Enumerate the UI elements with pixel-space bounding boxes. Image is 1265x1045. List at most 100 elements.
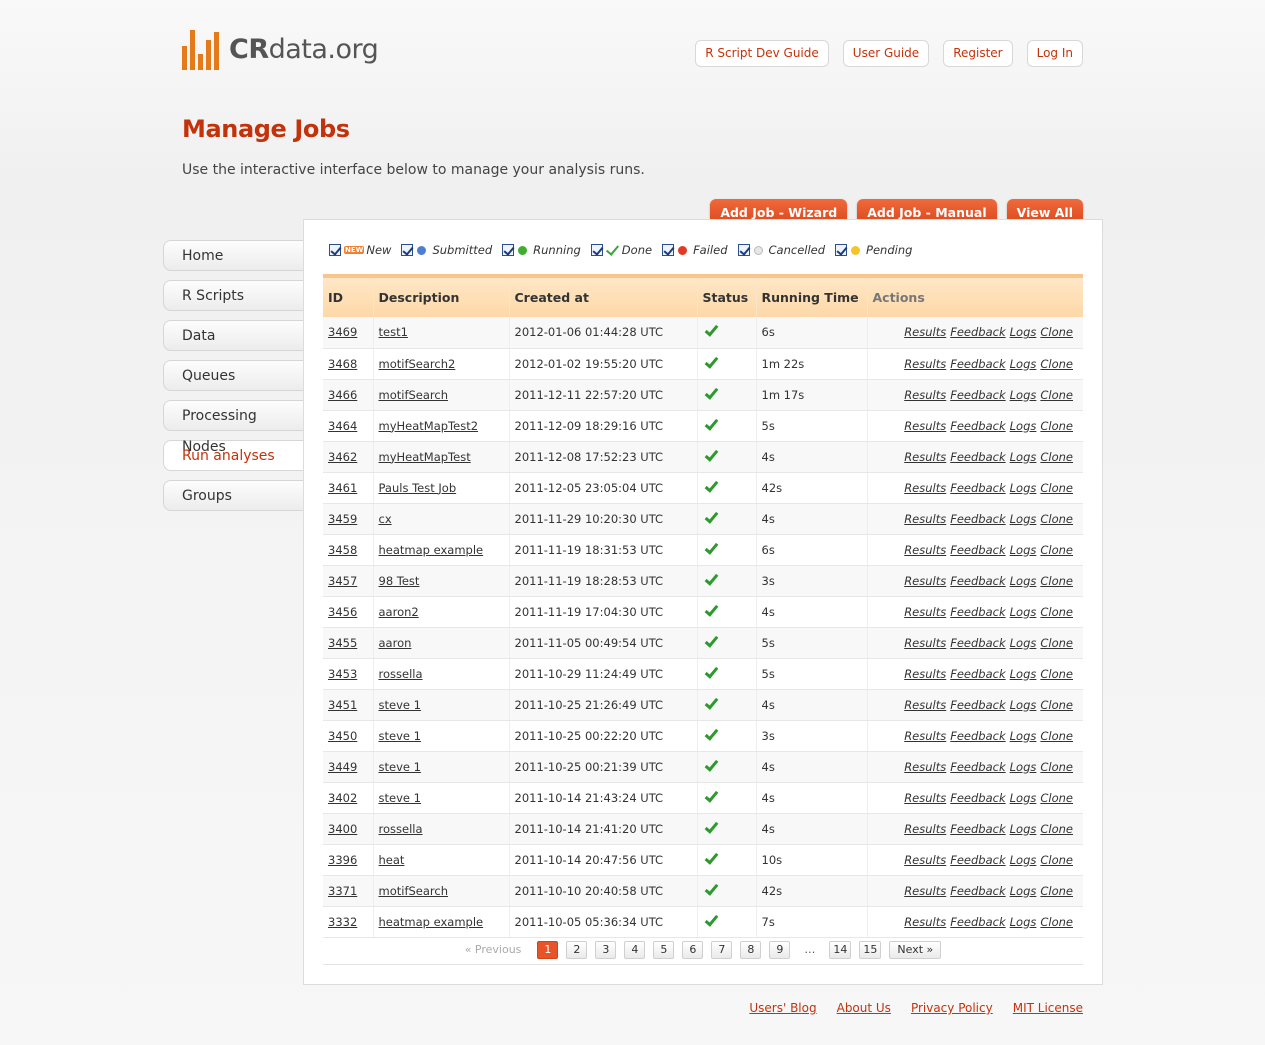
- job-id-link[interactable]: 3449: [328, 760, 357, 774]
- results-link[interactable]: Results: [904, 325, 946, 339]
- logs-link[interactable]: Logs: [1010, 698, 1037, 712]
- clone-link[interactable]: Clone: [1040, 915, 1073, 929]
- page-8-link[interactable]: 8: [740, 940, 762, 959]
- logs-link[interactable]: Logs: [1010, 388, 1037, 402]
- filter-new[interactable]: NEW New: [329, 243, 391, 257]
- clone-link[interactable]: Clone: [1040, 698, 1073, 712]
- job-id-link[interactable]: 3457: [328, 574, 357, 588]
- clone-link[interactable]: Clone: [1040, 853, 1073, 867]
- results-link[interactable]: Results: [904, 543, 946, 557]
- clone-link[interactable]: Clone: [1040, 543, 1073, 557]
- job-description-link[interactable]: motifSearch2: [379, 357, 456, 371]
- sidebar-item-home[interactable]: Home: [163, 240, 304, 271]
- clone-link[interactable]: Clone: [1040, 760, 1073, 774]
- checkbox-icon[interactable]: [662, 244, 675, 256]
- logs-link[interactable]: Logs: [1010, 822, 1037, 836]
- feedback-link[interactable]: Feedback: [950, 450, 1005, 464]
- results-link[interactable]: Results: [904, 791, 946, 805]
- logs-link[interactable]: Logs: [1010, 853, 1037, 867]
- job-description-link[interactable]: myHeatMapTest: [379, 450, 471, 464]
- results-link[interactable]: Results: [904, 481, 946, 495]
- job-id-link[interactable]: 3451: [328, 698, 357, 712]
- privacy-policy-link[interactable]: Privacy Policy: [911, 1001, 993, 1015]
- results-link[interactable]: Results: [904, 698, 946, 712]
- logs-link[interactable]: Logs: [1010, 729, 1037, 743]
- checkbox-icon[interactable]: [502, 244, 515, 256]
- sidebar-item-processing-nodes[interactable]: Processing Nodes: [163, 400, 304, 455]
- job-id-link[interactable]: 3455: [328, 636, 357, 650]
- page-14-link[interactable]: 14: [829, 940, 852, 959]
- logs-link[interactable]: Logs: [1010, 884, 1037, 898]
- logs-link[interactable]: Logs: [1010, 512, 1037, 526]
- feedback-link[interactable]: Feedback: [950, 915, 1005, 929]
- site-logo[interactable]: CRdata.org: [182, 30, 379, 70]
- results-link[interactable]: Results: [904, 729, 946, 743]
- clone-link[interactable]: Clone: [1040, 512, 1073, 526]
- feedback-link[interactable]: Feedback: [950, 636, 1005, 650]
- column-header-status[interactable]: Status: [697, 274, 757, 317]
- clone-link[interactable]: Clone: [1040, 884, 1073, 898]
- checkbox-icon[interactable]: [835, 244, 848, 256]
- page-7-link[interactable]: 7: [711, 940, 733, 959]
- logs-link[interactable]: Logs: [1010, 915, 1037, 929]
- feedback-link[interactable]: Feedback: [950, 729, 1005, 743]
- feedback-link[interactable]: Feedback: [950, 884, 1005, 898]
- job-id-link[interactable]: 3462: [328, 450, 357, 464]
- results-link[interactable]: Results: [904, 574, 946, 588]
- feedback-link[interactable]: Feedback: [950, 574, 1005, 588]
- job-description-link[interactable]: rossella: [379, 667, 423, 681]
- column-header-description[interactable]: Description: [373, 274, 510, 317]
- clone-link[interactable]: Clone: [1040, 388, 1073, 402]
- logs-link[interactable]: Logs: [1010, 543, 1037, 557]
- logs-link[interactable]: Logs: [1010, 450, 1037, 464]
- job-id-link[interactable]: 3456: [328, 605, 357, 619]
- checkbox-icon[interactable]: [329, 244, 341, 256]
- filter-submitted[interactable]: Submitted: [401, 243, 492, 257]
- feedback-link[interactable]: Feedback: [950, 419, 1005, 433]
- job-id-link[interactable]: 3402: [328, 791, 357, 805]
- sidebar-item-queues[interactable]: Queues: [163, 360, 304, 391]
- job-id-link[interactable]: 3450: [328, 729, 357, 743]
- feedback-link[interactable]: Feedback: [950, 388, 1005, 402]
- job-description-link[interactable]: motifSearch: [379, 884, 449, 898]
- page-2-link[interactable]: 2: [566, 940, 588, 959]
- log-in-link[interactable]: Log In: [1026, 40, 1083, 67]
- job-id-link[interactable]: 3396: [328, 853, 357, 867]
- feedback-link[interactable]: Feedback: [950, 605, 1005, 619]
- feedback-link[interactable]: Feedback: [950, 512, 1005, 526]
- r-script-dev-guide-link[interactable]: R Script Dev Guide: [695, 40, 829, 67]
- logs-link[interactable]: Logs: [1010, 325, 1037, 339]
- checkbox-icon[interactable]: [737, 244, 750, 256]
- job-description-link[interactable]: cx: [379, 512, 392, 526]
- job-id-link[interactable]: 3453: [328, 667, 357, 681]
- results-link[interactable]: Results: [904, 884, 946, 898]
- clone-link[interactable]: Clone: [1040, 481, 1073, 495]
- job-description-link[interactable]: aaron2: [379, 605, 419, 619]
- next-page-link[interactable]: Next »: [889, 940, 942, 959]
- logs-link[interactable]: Logs: [1010, 760, 1037, 774]
- job-description-link[interactable]: 98 Test: [379, 574, 420, 588]
- results-link[interactable]: Results: [904, 419, 946, 433]
- results-link[interactable]: Results: [904, 853, 946, 867]
- job-description-link[interactable]: steve 1: [379, 698, 421, 712]
- job-description-link[interactable]: Pauls Test Job: [379, 481, 457, 495]
- results-link[interactable]: Results: [904, 357, 946, 371]
- sidebar-item-data[interactable]: Data: [163, 320, 304, 351]
- clone-link[interactable]: Clone: [1040, 450, 1073, 464]
- results-link[interactable]: Results: [904, 450, 946, 464]
- logs-link[interactable]: Logs: [1010, 667, 1037, 681]
- job-description-link[interactable]: aaron: [379, 636, 412, 650]
- clone-link[interactable]: Clone: [1040, 419, 1073, 433]
- job-description-link[interactable]: steve 1: [379, 760, 421, 774]
- filter-cancelled[interactable]: Cancelled: [737, 243, 825, 257]
- clone-link[interactable]: Clone: [1040, 325, 1073, 339]
- job-id-link[interactable]: 3458: [328, 543, 357, 557]
- job-id-link[interactable]: 3461: [328, 481, 357, 495]
- logs-link[interactable]: Logs: [1010, 636, 1037, 650]
- feedback-link[interactable]: Feedback: [950, 357, 1005, 371]
- feedback-link[interactable]: Feedback: [950, 667, 1005, 681]
- results-link[interactable]: Results: [904, 605, 946, 619]
- clone-link[interactable]: Clone: [1040, 574, 1073, 588]
- feedback-link[interactable]: Feedback: [950, 325, 1005, 339]
- feedback-link[interactable]: Feedback: [950, 853, 1005, 867]
